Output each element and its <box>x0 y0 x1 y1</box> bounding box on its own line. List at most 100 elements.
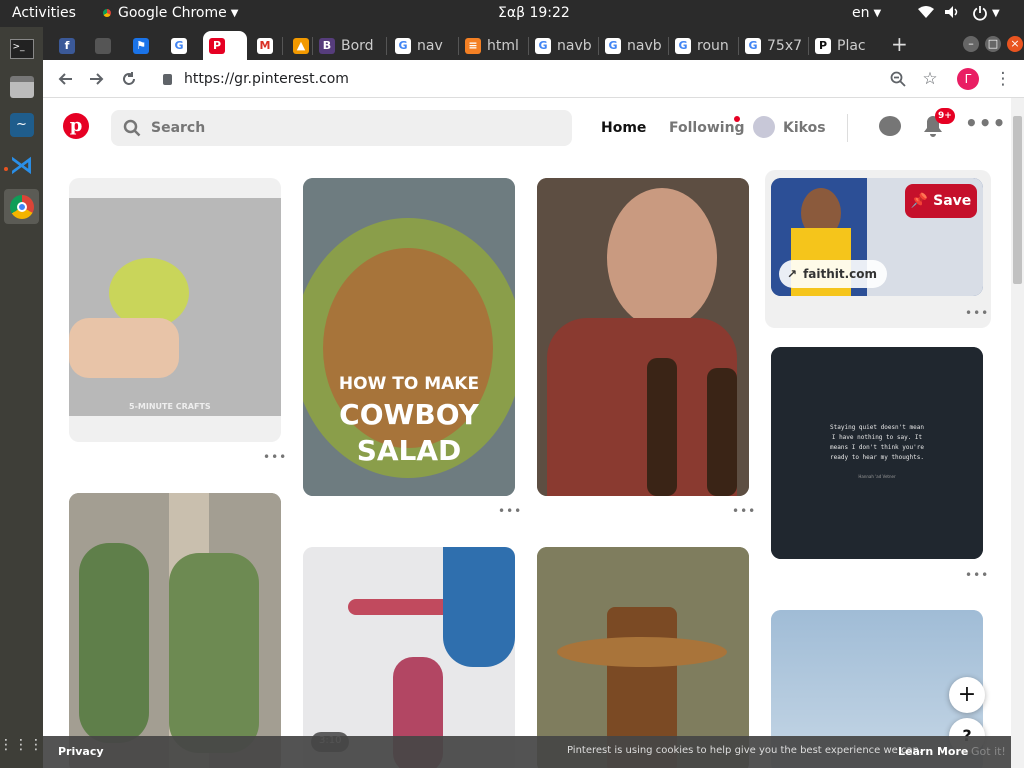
chevron-down-icon: ▼ <box>230 7 239 19</box>
terminal-glyph: >_ <box>9 38 34 59</box>
tab-separator <box>282 37 283 55</box>
add-pin-button[interactable]: + <box>949 677 985 713</box>
app-menu[interactable]: Google Chrome ▼ <box>100 5 238 21</box>
pin-menu-icon[interactable]: ••• <box>498 504 522 518</box>
terminal-icon[interactable]: >_ <box>4 31 39 66</box>
tab-8[interactable]: Gnav <box>389 31 457 60</box>
language-label: en <box>852 5 870 21</box>
pin-card[interactable]: HOW TO MAKE COWBOY SALAD <box>303 178 515 496</box>
tab-7[interactable]: B Bord <box>313 31 385 60</box>
tab-1[interactable] <box>89 31 119 60</box>
tab-label: 75x7 <box>767 37 803 54</box>
tab-14[interactable]: P Plac <box>809 31 877 60</box>
save-button[interactable]: 📌 Save <box>905 184 977 218</box>
power-icon[interactable]: ▼ <box>972 5 1000 21</box>
header-divider <box>847 114 848 142</box>
tab-5[interactable]: M <box>251 31 281 60</box>
cookie-banner: Privacy Pinterest is using cookies to he… <box>43 736 1011 768</box>
mysql-workbench-icon[interactable]: ~ <box>4 107 39 142</box>
mysql-glyph: ~ <box>9 112 34 137</box>
pinterest-icon: P <box>209 37 225 54</box>
bookmark-star-icon[interactable]: ☆ <box>918 67 942 91</box>
tab-9[interactable]: ≡ html <box>459 31 527 60</box>
scrollbar-thumb[interactable] <box>1013 116 1022 284</box>
chrome-icon <box>100 6 114 20</box>
show-applications-icon[interactable]: ⋮⋮⋮ <box>0 727 43 762</box>
placeholder-icon: P <box>815 37 831 54</box>
clock-label: Σαβ 19:22 <box>498 5 570 21</box>
language-menu[interactable]: en ▼ <box>852 5 881 21</box>
google-icon: G <box>605 37 621 54</box>
tab-separator <box>386 37 387 55</box>
pin-card[interactable] <box>537 547 749 768</box>
minimize-button[interactable]: – <box>963 36 979 52</box>
pin-menu-icon[interactable]: ••• <box>965 568 989 582</box>
avatar[interactable] <box>753 116 775 138</box>
privacy-link[interactable]: Privacy <box>58 745 104 758</box>
tab-11[interactable]: Gnavb <box>599 31 667 60</box>
pinterest-header: p Search Home Following Kikos 9+ ••• <box>43 98 1011 158</box>
learn-more-link[interactable]: Learn More <box>898 745 968 758</box>
files-icon[interactable] <box>4 69 39 104</box>
search-input[interactable]: Search <box>111 110 572 146</box>
pin-menu-icon[interactable]: ••• <box>732 504 756 518</box>
tab-6[interactable]: ▲ <box>287 31 311 60</box>
address-bar[interactable]: https://gr.pinterest.com <box>163 64 993 94</box>
tab-2[interactable]: ⚑ <box>127 31 157 60</box>
quote-author: Hannah 'ad Vetner <box>858 474 896 479</box>
tab-strip: f ⚑ G P M ▲ B Bord Gnav ≡ html Gnavb Gnavb Groun G 75x7… <box>43 27 1024 60</box>
browser-toolbar: https://gr.pinterest.com ☆ Γ ⋮ <box>43 60 1024 98</box>
vscode-icon[interactable]: ⋊ <box>4 147 39 182</box>
pin-card[interactable] <box>537 178 749 496</box>
browser-menu-icon[interactable]: ⋮ <box>991 67 1015 91</box>
files-glyph <box>9 75 34 98</box>
back-button[interactable] <box>53 67 77 91</box>
vscode-glyph: ⋊ <box>9 150 34 179</box>
new-tab-button[interactable]: + <box>891 32 908 56</box>
nav-following[interactable]: Following <box>669 120 745 136</box>
more-options-icon[interactable]: ••• <box>965 113 1006 133</box>
pin-card[interactable]: Staying quiet doesn't mean I have nothin… <box>771 347 983 559</box>
pin-image-planters <box>69 493 281 768</box>
tab-10[interactable]: Gnavb <box>529 31 597 60</box>
tab-label: html <box>487 37 519 54</box>
tab-label: Plac <box>837 37 866 54</box>
clock[interactable]: Σαβ 19:22 <box>498 5 570 21</box>
scrollbar[interactable] <box>1011 98 1024 768</box>
tab-13[interactable]: G 75x7 <box>739 31 807 60</box>
nav-home[interactable]: Home <box>601 120 646 136</box>
google-icon: G <box>171 37 187 54</box>
tab-3[interactable]: G <box>165 31 195 60</box>
pin-menu-icon[interactable]: ••• <box>965 306 989 320</box>
gmail-icon: M <box>257 37 273 54</box>
search-icon <box>123 119 141 137</box>
volume-icon[interactable] <box>944 5 960 19</box>
zoom-icon[interactable] <box>886 67 910 91</box>
close-window-button[interactable]: × <box>1007 36 1023 52</box>
activities-button[interactable]: Activities <box>12 5 76 21</box>
wifi-icon[interactable] <box>918 5 934 19</box>
tab-0[interactable]: f <box>53 31 83 60</box>
running-indicator <box>4 167 8 171</box>
pin-card[interactable] <box>69 493 281 768</box>
watermark: 5-MINUTE CRAFTS <box>129 402 211 411</box>
chrome-dock-icon[interactable] <box>4 189 39 224</box>
chrome-glyph <box>9 194 34 219</box>
tab-12[interactable]: Groun <box>669 31 737 60</box>
nav-user[interactable]: Kikos <box>783 120 826 136</box>
tab-4[interactable]: P <box>203 31 247 60</box>
profile-avatar[interactable]: Γ <box>957 68 979 90</box>
reload-button[interactable] <box>117 67 141 91</box>
got-it-button[interactable]: Got it! <box>971 745 1006 758</box>
source-link[interactable]: ↗ faithit.com <box>779 260 888 288</box>
google-icon: G <box>395 37 411 54</box>
pinterest-logo-icon[interactable]: p <box>63 113 89 139</box>
save-label: Save <box>933 193 972 209</box>
pin-card[interactable]: 5-MINUTE CRAFTS <box>69 178 281 442</box>
maximize-button[interactable]: □ <box>985 36 1001 52</box>
pin-menu-icon[interactable]: ••• <box>263 450 287 464</box>
messages-icon[interactable] <box>879 116 901 136</box>
warning-icon: ▲ <box>293 37 309 54</box>
forward-button[interactable] <box>85 67 109 91</box>
pin-card-hover[interactable]: 📌 Save ↗ faithit.com <box>765 170 991 328</box>
